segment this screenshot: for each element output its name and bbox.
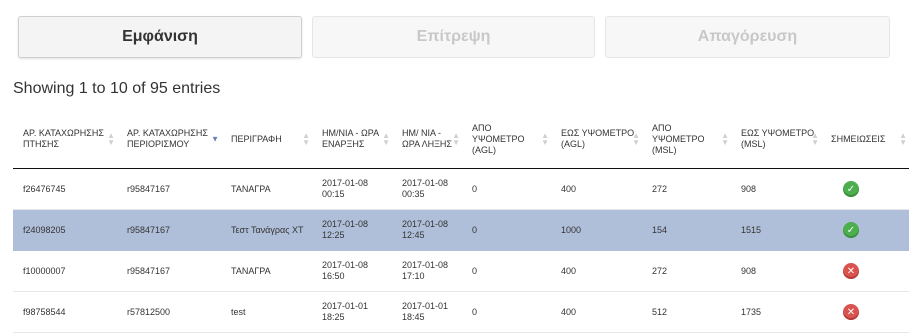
cell-restriction: r57812500: [117, 291, 221, 333]
cell-desc: test: [221, 291, 312, 333]
cell-to-agl: 400: [551, 250, 642, 292]
check-circle-icon: ✓: [843, 222, 859, 238]
cell-to-agl: 400: [551, 291, 642, 333]
cell-start: 2017-01-08 00:15: [312, 168, 392, 210]
column-header[interactable]: ΠΕΡΙΓΡΑΦΗ ▲ ▼: [221, 110, 312, 169]
table-header-row: ΑΡ. ΚΑΤΑΧΩΡΗΣΗΣ ΠΤΗΣΗΣ ▲ ▼ ΑΡ. ΚΑΤΑΧΩΡΗΣΗΣ …: [13, 110, 909, 169]
table-body: f26476745 r95847167 ΤΑΝΑΓΡΑ 2017-01-08 00:1…: [13, 168, 909, 333]
column-header-label: ΑΡ. ΚΑΤΑΧΩΡΗΣΗΣ ΠΤΗΣΗΣ: [23, 128, 104, 149]
tab-show[interactable]: Εμφάνιση: [18, 16, 302, 58]
check-circle-icon: ✓: [843, 181, 859, 197]
column-header[interactable]: ΑΠΟ ΥΨΟΜΕΤΡΟ (AGL) ▲ ▼: [462, 110, 551, 169]
column-header[interactable]: ΕΩΣ ΥΨΟΜΕΤΡΟ (MSL) ▲ ▼: [731, 110, 821, 169]
cell-restriction: r95847167: [117, 168, 221, 210]
cell-restriction: r95847167: [117, 209, 221, 251]
cell-desc: Τεστ Τανάγρας ΧΤ: [221, 209, 312, 251]
column-header-label: ΑΠΟ ΥΨΟΜΕΤΡΟ (AGL): [472, 122, 525, 155]
cell-from-msl: 272: [642, 168, 731, 210]
column-header-label: ΣΗΜΕΙΩΣΕΙΣ: [831, 133, 886, 144]
sort-arrows-icon[interactable]: ▲ ▼: [107, 132, 115, 147]
sort-arrows-icon[interactable]: ▲ ▼: [721, 132, 729, 147]
sort-arrows-icon[interactable]: ▲ ▼: [632, 132, 640, 147]
x-circle-icon: ✕: [843, 263, 859, 279]
column-header[interactable]: ΗΜ/ΝΙΑ - ΩΡΑ ΕΝΑΡΞΗΣ ▲ ▼: [312, 110, 392, 169]
column-header-label: ΑΡ. ΚΑΤΑΧΩΡΗΣΗΣ ΠΕΡΙΟΡΙΣΜΟΥ: [127, 128, 208, 149]
sort-arrows-icon[interactable]: ▲ ▼: [899, 132, 907, 147]
column-header-label: ΕΩΣ ΥΨΟΜΕΤΡΟ (AGL): [561, 128, 635, 149]
sort-arrows-icon[interactable]: ▲ ▼: [811, 132, 819, 147]
cell-from-msl: 272: [642, 250, 731, 292]
sort-arrows-icon[interactable]: ▲ ▼: [541, 132, 549, 147]
cell-to-msl: 1515: [731, 209, 821, 251]
sort-arrows-icon[interactable]: ▲ ▼: [302, 132, 310, 147]
column-header-label: ΕΩΣ ΥΨΟΜΕΤΡΟ (MSL): [741, 128, 815, 149]
cell-status: ✓: [821, 209, 909, 251]
cell-start: 2017-01-08 12:25: [312, 209, 392, 251]
column-header[interactable]: ΕΩΣ ΥΨΟΜΕΤΡΟ (AGL) ▲ ▼: [551, 110, 642, 169]
tab-allow[interactable]: Επίτρεψη: [312, 16, 595, 58]
cell-start: 2017-01-08 16:50: [312, 250, 392, 292]
table-row[interactable]: f26476745 r95847167 ΤΑΝΑΓΡΑ 2017-01-08 00:1…: [13, 168, 909, 210]
cell-restriction: r95847167: [117, 250, 221, 292]
cell-to-agl: 400: [551, 168, 642, 210]
cell-from-agl: 0: [462, 209, 551, 251]
cell-from-msl: 154: [642, 209, 731, 251]
cell-to-msl: 908: [731, 250, 821, 292]
cell-flight: f26476745: [13, 168, 117, 210]
column-header[interactable]: ΣΗΜΕΙΩΣΕΙΣ ▲ ▼: [821, 110, 909, 169]
sort-desc-icon[interactable]: ▼: [211, 135, 219, 143]
column-header[interactable]: ΗΜ/ ΝΙΑ - ΩΡΑ ΛΗΞΗΣ ▲ ▼: [392, 110, 462, 169]
table-row[interactable]: f24098205 r95847167 Τεστ Τανάγρας ΧΤ 2017-0…: [13, 209, 909, 251]
cell-flight: f98758544: [13, 291, 117, 333]
sort-arrows-icon[interactable]: ▲ ▼: [452, 132, 460, 147]
cell-status: ✓: [821, 168, 909, 210]
cell-from-agl: 0: [462, 250, 551, 292]
column-header-label: ΑΠΟ ΥΨΟΜΕΤΡΟ (MSL): [652, 122, 705, 155]
cell-status: ✕: [821, 291, 909, 333]
cell-desc: ΤΑΝΑΓΡΑ: [221, 168, 312, 210]
tab-bar: Εμφάνιση Επίτρεψη Απαγόρευση: [18, 16, 890, 60]
column-header[interactable]: ΑΠΟ ΥΨΟΜΕΤΡΟ (MSL) ▲ ▼: [642, 110, 731, 169]
column-header-label: ΠΕΡΙΓΡΑΦΗ: [231, 133, 282, 144]
table-row[interactable]: f10000007 r95847167 ΤΑΝΑΓΡΑ 2017-01-08 16:5…: [13, 250, 909, 292]
cell-to-msl: 1735: [731, 291, 821, 333]
column-header-label: ΗΜ/ ΝΙΑ - ΩΡΑ ΛΗΞΗΣ: [402, 128, 452, 149]
sort-arrows-icon[interactable]: ▲ ▼: [382, 132, 390, 147]
column-header[interactable]: ΑΡ. ΚΑΤΑΧΩΡΗΣΗΣ ΠΤΗΣΗΣ ▲ ▼: [13, 110, 117, 169]
cell-end: 2017-01-08 17:10: [392, 250, 462, 292]
flights-table: ΑΡ. ΚΑΤΑΧΩΡΗΣΗΣ ΠΤΗΣΗΣ ▲ ▼ ΑΡ. ΚΑΤΑΧΩΡΗΣΗΣ …: [13, 110, 909, 333]
entries-info: Showing 1 to 10 of 95 entries: [13, 80, 221, 97]
cell-end: 2017-01-08 00:35: [392, 168, 462, 210]
cell-start: 2017-01-01 18:25: [312, 291, 392, 333]
column-header-label: ΗΜ/ΝΙΑ - ΩΡΑ ΕΝΑΡΞΗΣ: [322, 128, 379, 149]
cell-from-msl: 512: [642, 291, 731, 333]
cell-flight: f10000007: [13, 250, 117, 292]
x-circle-icon: ✕: [843, 304, 859, 320]
cell-flight: f24098205: [13, 209, 117, 251]
cell-to-msl: 908: [731, 168, 821, 210]
table-row[interactable]: f98758544 r57812500 test 2017-01-01 18:25 20…: [13, 291, 909, 333]
cell-end: 2017-01-01 18:45: [392, 291, 462, 333]
cell-end: 2017-01-08 12:45: [392, 209, 462, 251]
cell-status: ✕: [821, 250, 909, 292]
tab-deny[interactable]: Απαγόρευση: [605, 16, 890, 58]
column-header[interactable]: ΑΡ. ΚΑΤΑΧΩΡΗΣΗΣ ΠΕΡΙΟΡΙΣΜΟΥ ▼: [117, 110, 221, 169]
cell-from-agl: 0: [462, 168, 551, 210]
cell-to-agl: 1000: [551, 209, 642, 251]
cell-desc: ΤΑΝΑΓΡΑ: [221, 250, 312, 292]
cell-from-agl: 0: [462, 291, 551, 333]
